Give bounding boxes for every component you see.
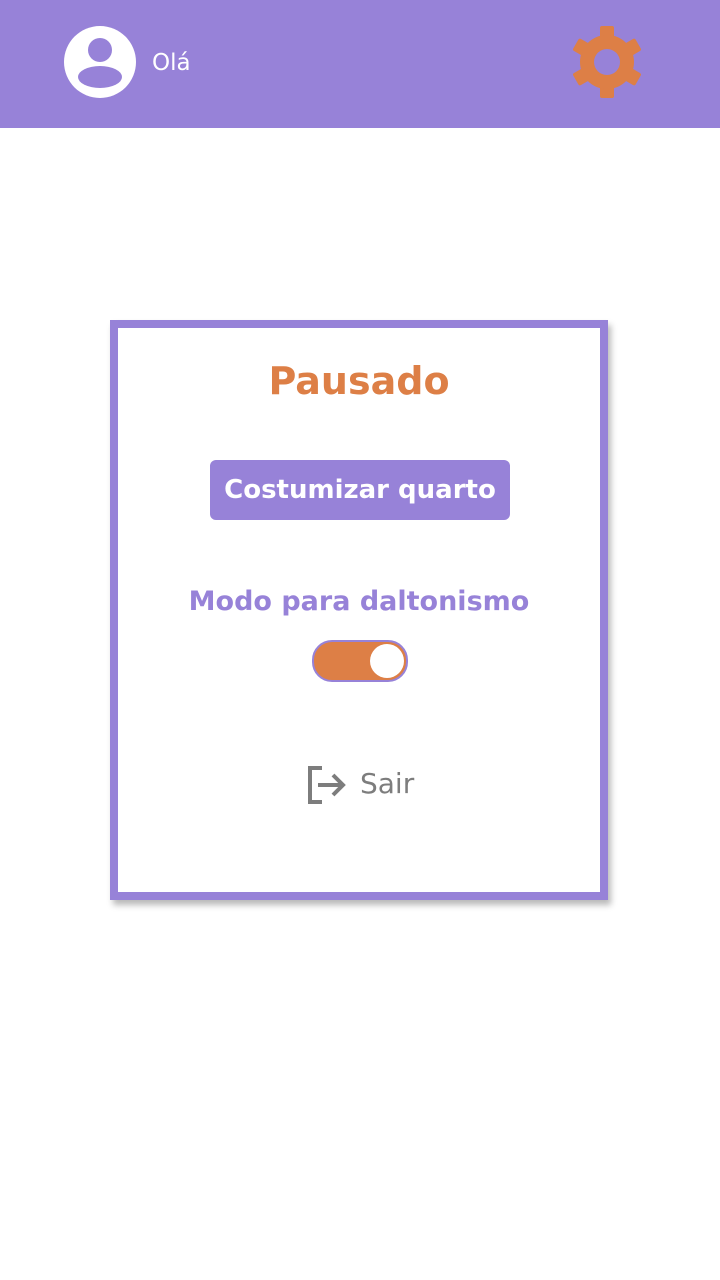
greeting-text: Olá [152, 50, 191, 76]
logout-icon [308, 766, 346, 804]
colorblind-mode-label: Modo para daltonismo [188, 586, 530, 617]
logout-button[interactable]: Sair [304, 762, 414, 806]
gear-icon[interactable] [570, 25, 644, 99]
toggle-knob [370, 644, 404, 678]
top-bar: Olá [0, 0, 720, 128]
logout-label: Sair [360, 767, 415, 800]
pause-menu-panel: Pausado Costumizar quarto Modo para dalt… [110, 320, 608, 900]
pause-title: Pausado [268, 359, 450, 403]
colorblind-mode-toggle[interactable] [312, 640, 408, 682]
user-avatar-icon[interactable] [64, 26, 136, 98]
customize-room-button[interactable]: Costumizar quarto [210, 460, 510, 520]
